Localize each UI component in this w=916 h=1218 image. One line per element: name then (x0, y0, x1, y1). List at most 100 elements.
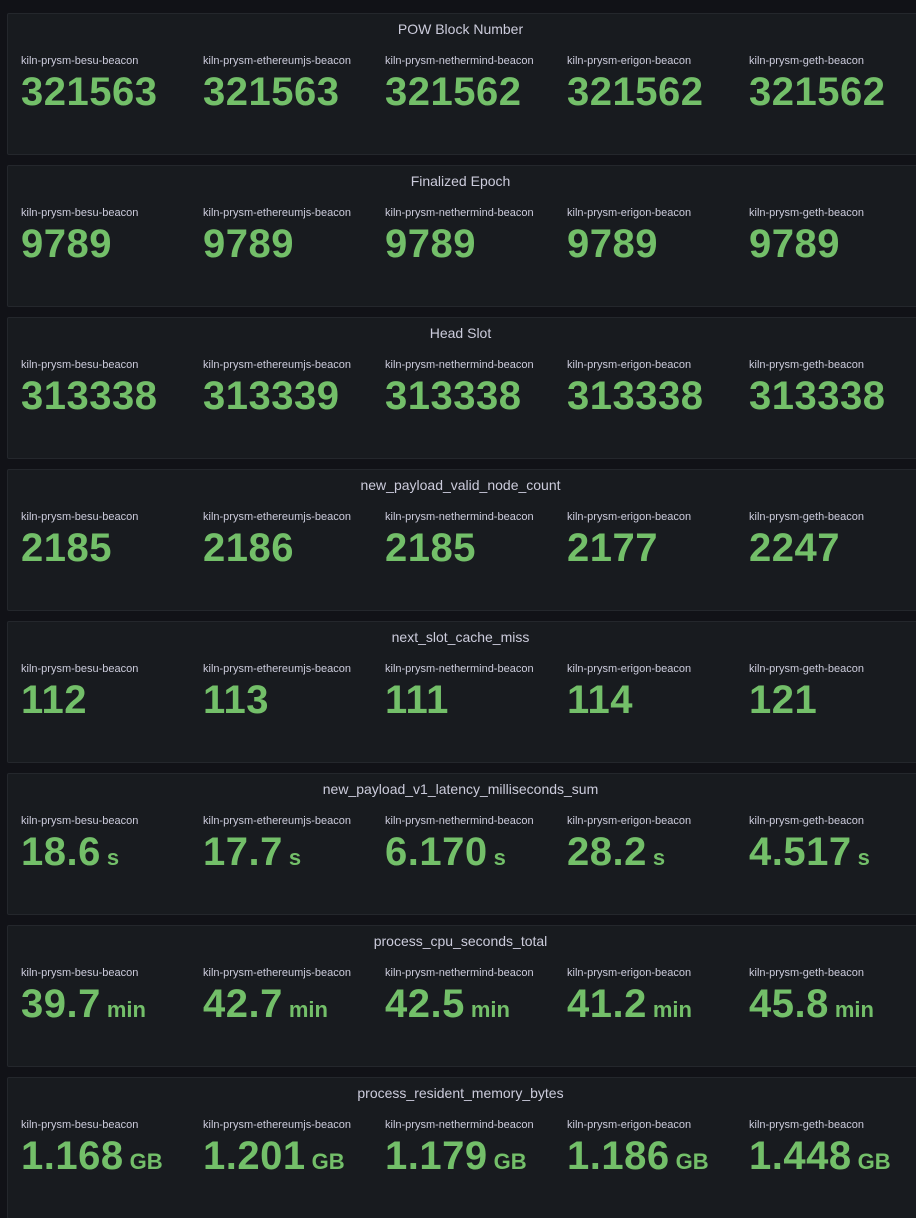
stat-number: 313338 (567, 374, 704, 418)
panel-title[interactable]: new_payload_v1_latency_milliseconds_sum (8, 780, 913, 798)
stat-label: kiln-prysm-nethermind-beacon (385, 359, 534, 371)
stat-nethermind: kiln-prysm-nethermind-beacon 313338 (385, 358, 534, 418)
stat-value: 121 (749, 678, 864, 722)
stat-label: kiln-prysm-ethereumjs-beacon (203, 207, 351, 219)
stat-number: 17.7 (203, 830, 283, 874)
stat-value: 9789 (385, 222, 534, 266)
stat-besu: kiln-prysm-besu-beacon 321563 (21, 54, 157, 114)
stat-value: 17.7 s (203, 830, 351, 880)
stat-ethereumjs: kiln-prysm-ethereumjs-beacon 42.7 min (203, 966, 351, 1032)
stat-unit: s (857, 845, 870, 870)
stat-erigon: kiln-prysm-erigon-beacon 28.2 s (567, 814, 691, 880)
stat-value: 1.179 GB (385, 1134, 534, 1184)
stat-label: kiln-prysm-geth-beacon (749, 663, 864, 675)
stat-number: 321563 (21, 70, 158, 114)
panel-title[interactable]: next_slot_cache_miss (8, 628, 913, 646)
stat-label: kiln-prysm-geth-beacon (749, 1119, 864, 1131)
stat-erigon: kiln-prysm-erigon-beacon 114 (567, 662, 691, 722)
stat-panel-pow-block-number[interactable]: POW Block Number kiln-prysm-besu-beacon … (7, 13, 916, 155)
panel-title[interactable]: process_resident_memory_bytes (8, 1084, 913, 1102)
panel-title[interactable]: Finalized Epoch (8, 172, 913, 190)
stat-unit: min (288, 997, 328, 1022)
stat-label: kiln-prysm-besu-beacon (21, 55, 139, 67)
stat-number: 4.517 (749, 830, 852, 874)
panel-title[interactable]: Head Slot (8, 324, 913, 342)
stat-value: 321562 (567, 70, 703, 114)
stat-value: 2185 (385, 526, 534, 570)
stat-label: kiln-prysm-nethermind-beacon (385, 511, 534, 523)
stat-unit: min (834, 997, 874, 1022)
stat-number: 114 (567, 678, 634, 722)
stat-geth: kiln-prysm-geth-beacon 313338 (749, 358, 885, 418)
stat-number: 42.7 (203, 982, 283, 1026)
stat-value: 2186 (203, 526, 351, 570)
stat-value: 9789 (749, 222, 864, 266)
stat-number: 42.5 (385, 982, 465, 1026)
stat-label: kiln-prysm-nethermind-beacon (385, 207, 534, 219)
stat-panel-head-slot[interactable]: Head Slot kiln-prysm-besu-beacon 313338 … (7, 317, 916, 459)
stat-number: 121 (749, 678, 818, 722)
stat-ethereumjs: kiln-prysm-ethereumjs-beacon 313339 (203, 358, 351, 418)
stat-label: kiln-prysm-besu-beacon (21, 511, 139, 523)
stat-number: 321562 (749, 70, 886, 114)
stat-panel-finalized-epoch[interactable]: Finalized Epoch kiln-prysm-besu-beacon 9… (7, 165, 916, 307)
stat-label: kiln-prysm-geth-beacon (749, 511, 864, 523)
stat-label: kiln-prysm-geth-beacon (749, 967, 864, 979)
panel-title[interactable]: process_cpu_seconds_total (8, 932, 913, 950)
stat-nethermind: kiln-prysm-nethermind-beacon 321562 (385, 54, 534, 114)
stat-number: 1.168 (21, 1134, 124, 1178)
stat-label: kiln-prysm-erigon-beacon (567, 815, 692, 827)
stat-number: 321562 (385, 70, 522, 114)
stat-value: 313338 (21, 374, 157, 418)
stat-label: kiln-prysm-nethermind-beacon (385, 55, 534, 67)
stat-number: 313339 (203, 374, 340, 418)
stat-value: 313339 (203, 374, 351, 418)
stat-label: kiln-prysm-erigon-beacon (567, 511, 692, 523)
stat-number: 321563 (203, 70, 340, 114)
stat-erigon: kiln-prysm-erigon-beacon 41.2 min (567, 966, 692, 1032)
stat-unit: min (106, 997, 146, 1022)
stat-label: kiln-prysm-geth-beacon (749, 815, 864, 827)
stat-erigon: kiln-prysm-erigon-beacon 9789 (567, 206, 691, 266)
stat-erigon: kiln-prysm-erigon-beacon 313338 (567, 358, 703, 418)
stat-label: kiln-prysm-nethermind-beacon (385, 1119, 534, 1131)
stat-label: kiln-prysm-besu-beacon (21, 967, 139, 979)
stat-unit: GB (129, 1149, 163, 1174)
stat-value: 42.7 min (203, 982, 351, 1032)
stat-unit: s (288, 845, 302, 870)
stat-value: 2185 (21, 526, 138, 570)
stat-value: 313338 (567, 374, 703, 418)
stat-value: 113 (203, 678, 351, 722)
stat-unit: GB (311, 1149, 345, 1174)
stat-number: 9789 (749, 222, 840, 266)
stat-number: 1.201 (203, 1134, 306, 1178)
stat-panel-process-resident-memory-bytes[interactable]: process_resident_memory_bytes kiln-prysm… (7, 1077, 916, 1218)
stat-panel-next-slot-cache-miss[interactable]: next_slot_cache_miss kiln-prysm-besu-bea… (7, 621, 916, 763)
stat-number: 2247 (749, 526, 840, 570)
stat-number: 111 (385, 678, 449, 722)
stat-value: 6.170 s (385, 830, 534, 880)
stat-value: 45.8 min (749, 982, 874, 1032)
stat-label: kiln-prysm-erigon-beacon (567, 55, 692, 67)
stat-panel-new-payload-v1-latency[interactable]: new_payload_v1_latency_milliseconds_sum … (7, 773, 916, 915)
panel-title[interactable]: POW Block Number (8, 20, 913, 38)
stat-value: 9789 (203, 222, 351, 266)
stat-ethereumjs: kiln-prysm-ethereumjs-beacon 321563 (203, 54, 351, 114)
stat-ethereumjs: kiln-prysm-ethereumjs-beacon 113 (203, 662, 351, 722)
stat-unit: min (652, 997, 692, 1022)
panel-title[interactable]: new_payload_valid_node_count (8, 476, 913, 494)
stat-label: kiln-prysm-erigon-beacon (567, 967, 692, 979)
stat-number: 313338 (385, 374, 522, 418)
stat-panel-new-payload-valid-node-count[interactable]: new_payload_valid_node_count kiln-prysm-… (7, 469, 916, 611)
stat-unit: GB (857, 1149, 891, 1174)
stat-number: 1.179 (385, 1134, 488, 1178)
stat-label: kiln-prysm-ethereumjs-beacon (203, 511, 351, 523)
stat-label: kiln-prysm-erigon-beacon (567, 207, 692, 219)
stat-value: 321563 (203, 70, 351, 114)
stat-value: 111 (385, 678, 534, 722)
stat-panel-process-cpu-seconds-total[interactable]: process_cpu_seconds_total kiln-prysm-bes… (7, 925, 916, 1067)
stat-geth: kiln-prysm-geth-beacon 1.448 GB (749, 1118, 891, 1184)
stat-nethermind: kiln-prysm-nethermind-beacon 9789 (385, 206, 534, 266)
stat-erigon: kiln-prysm-erigon-beacon 321562 (567, 54, 703, 114)
stat-label: kiln-prysm-besu-beacon (21, 663, 139, 675)
